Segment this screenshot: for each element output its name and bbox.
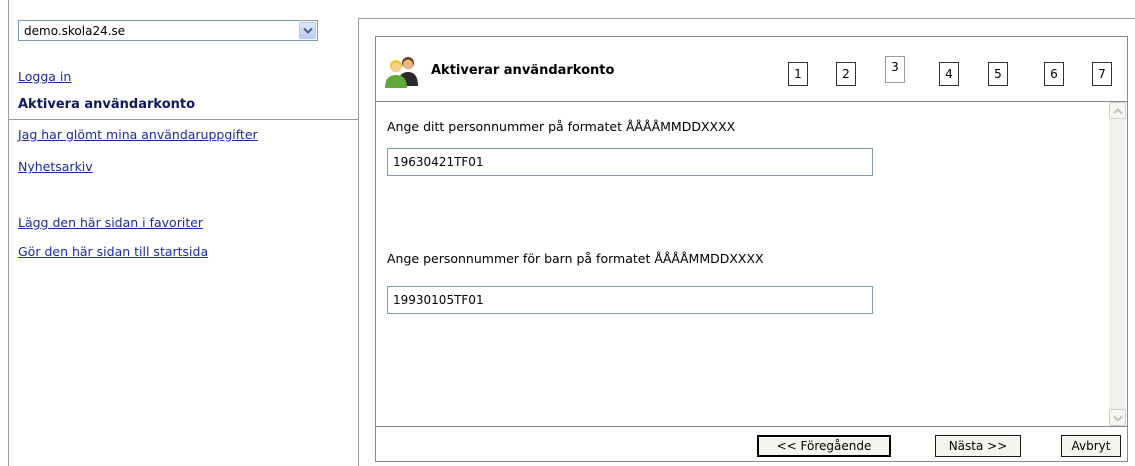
nav-activate-account: Aktivera användarkonto [18,97,196,112]
left-divider [8,0,9,466]
chevron-down-icon[interactable] [299,22,316,39]
child-personnummer-input[interactable] [387,286,873,314]
vertical-scrollbar[interactable] [1109,102,1126,426]
personnummer-input[interactable] [387,148,873,176]
site-select-value: demo.skola24.se [24,24,126,38]
step-1[interactable]: 1 [788,62,808,86]
wizard-title: Aktiverar användarkonto [431,63,615,78]
step-3-current: 3 [885,56,905,83]
activation-wizard: Aktiverar användarkonto 1 2 3 4 5 6 7 An… [375,36,1128,462]
wizard-header: Aktiverar användarkonto 1 2 3 4 5 6 7 [376,37,1127,102]
site-select[interactable]: demo.skola24.se [18,20,318,41]
step-2[interactable]: 2 [836,62,856,86]
step-7[interactable]: 7 [1092,62,1112,86]
child-personnummer-label: Ange personnummer för barn på formatet Å… [387,251,764,266]
cancel-button[interactable]: Avbryt [1061,435,1121,457]
nav-login-link[interactable]: Logga in [18,69,71,84]
arrow-down-icon[interactable] [1109,409,1126,426]
wizard-content: Ange ditt personnummer på formatet ÅÅÅÅM… [376,102,1107,426]
nav-forgot-link[interactable]: Jag har glömt mina användaruppgifter [18,127,258,142]
step-4[interactable]: 4 [939,62,959,86]
step-6[interactable]: 6 [1044,62,1064,86]
arrow-up-icon[interactable] [1109,102,1126,119]
add-favorites-link[interactable]: Lägg den här sidan i favoriter [18,215,203,230]
personnummer-label: Ange ditt personnummer på formatet ÅÅÅÅM… [387,119,736,134]
nav-separator [8,119,358,120]
step-5[interactable]: 5 [988,62,1008,86]
next-button[interactable]: Nästa >> [935,435,1021,457]
previous-button[interactable]: << Föregående [757,435,891,457]
users-icon [385,57,418,88]
wizard-footer: << Föregående Nästa >> Avbryt [376,426,1127,462]
set-startpage-link[interactable]: Gör den här sidan till startsida [18,244,208,259]
nav-news-archive-link[interactable]: Nyhetsarkiv [18,159,93,174]
